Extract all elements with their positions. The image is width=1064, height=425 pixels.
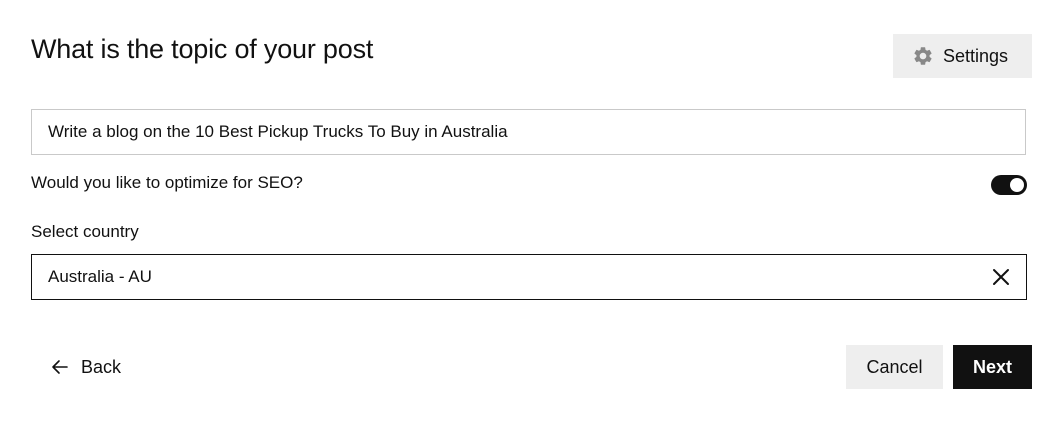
- topic-dialog: What is the topic of your post Settings …: [0, 0, 1064, 425]
- cancel-button[interactable]: Cancel: [846, 345, 943, 389]
- country-select[interactable]: Australia - AU: [31, 254, 1027, 300]
- settings-button[interactable]: Settings: [893, 34, 1032, 78]
- topic-input[interactable]: [31, 109, 1026, 155]
- close-icon[interactable]: [992, 268, 1010, 286]
- country-label: Select country: [31, 222, 139, 241]
- back-label: Back: [81, 356, 122, 377]
- country-selected-value: Australia - AU: [48, 267, 152, 286]
- seo-label: Would you like to optimize for SEO?: [31, 173, 303, 192]
- page-title: What is the topic of your post: [31, 34, 374, 64]
- toggle-knob: [1010, 178, 1024, 192]
- next-button[interactable]: Next: [953, 345, 1032, 389]
- settings-label: Settings: [943, 45, 1009, 66]
- seo-toggle[interactable]: [991, 175, 1027, 195]
- gear-icon: [912, 45, 934, 67]
- back-button[interactable]: Back: [50, 345, 121, 389]
- arrow-left-icon: [50, 357, 70, 377]
